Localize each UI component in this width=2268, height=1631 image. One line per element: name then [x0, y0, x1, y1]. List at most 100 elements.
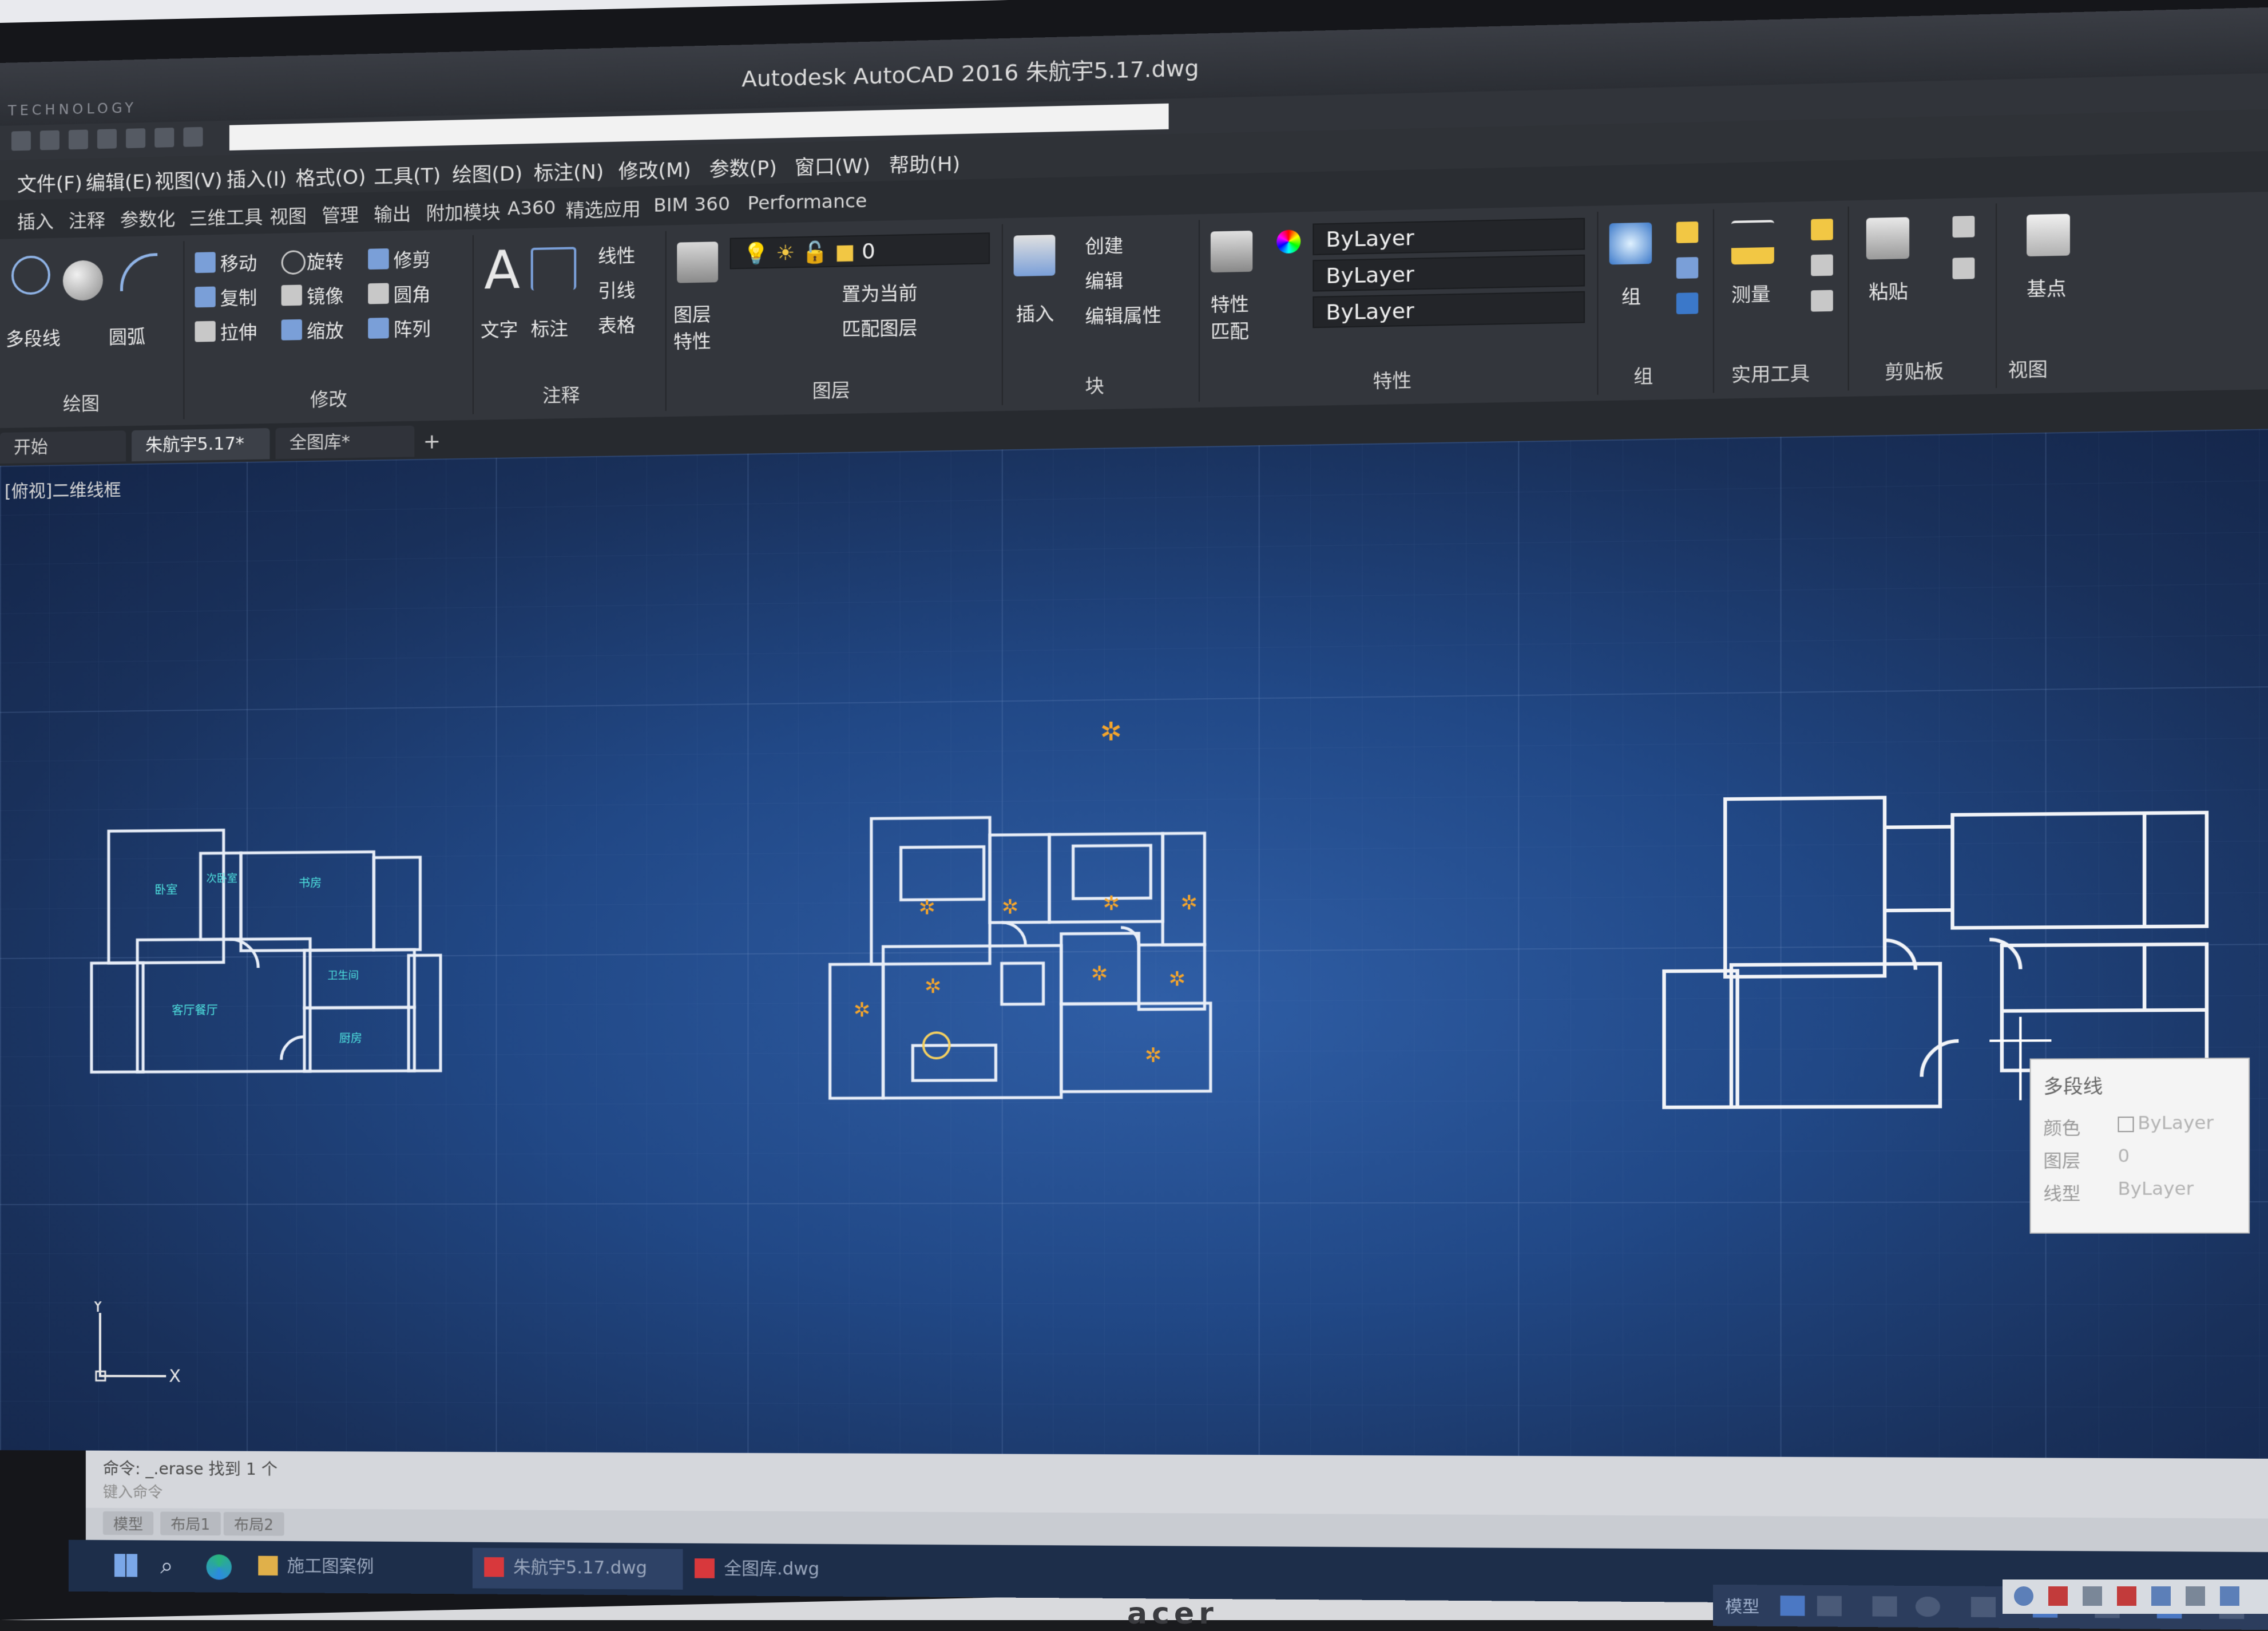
clipboard-panel-label[interactable]: 剪贴板 — [1885, 356, 1944, 385]
tab-bim360[interactable]: BIM 360 — [653, 193, 730, 216]
menu-draw[interactable]: 绘图(D) — [452, 158, 522, 188]
crosshair-icon[interactable] — [1811, 254, 1833, 276]
group-select-icon[interactable] — [1676, 292, 1699, 315]
array-button[interactable]: 阵列 — [394, 315, 431, 342]
model-space-button[interactable]: 模型 — [1725, 1594, 1759, 1618]
base-point-button[interactable]: 基点 — [2027, 274, 2066, 302]
search-icon[interactable]: ⌕ — [160, 1553, 173, 1579]
menu-help[interactable]: 帮助(H) — [889, 148, 960, 179]
snap-toggle-icon[interactable] — [1817, 1596, 1842, 1617]
command-input[interactable]: 键入命令 — [103, 1480, 162, 1502]
tray-icon[interactable] — [2117, 1586, 2136, 1606]
mirror-button[interactable]: 镜像 — [307, 282, 344, 309]
match-layer-button[interactable]: 匹配图层 — [842, 313, 917, 341]
tab-annotate[interactable]: 注释 — [69, 206, 105, 233]
match-properties-button[interactable]: 特性 匹配 — [1211, 290, 1249, 345]
menu-modify[interactable]: 修改(M) — [618, 154, 691, 184]
menu-view[interactable]: 视图(V) — [154, 164, 222, 194]
menu-window[interactable]: 窗口(W) — [795, 150, 870, 180]
layers-panel-label[interactable]: 图层 — [812, 376, 850, 403]
plot-icon[interactable] — [126, 128, 146, 149]
redo-icon[interactable] — [183, 126, 203, 147]
layout-tab-2[interactable]: 布局2 — [223, 1511, 284, 1536]
group-edit-icon[interactable] — [1676, 257, 1699, 279]
open-icon[interactable] — [39, 130, 60, 151]
menu-insert[interactable]: 插入(I) — [227, 163, 287, 193]
menu-parametric[interactable]: 参数(P) — [709, 152, 777, 182]
floor-plan-left[interactable]: 卧室 次卧室 书房 客厅餐厅 卫生间 厨房 — [86, 822, 443, 1078]
rotate-button[interactable]: 旋转 — [307, 247, 344, 275]
lineweight-dropdown[interactable]: ByLayer — [1313, 291, 1585, 328]
insert-button[interactable]: 插入 — [1016, 299, 1054, 326]
light-marker-icon[interactable]: ✲ — [1100, 717, 1122, 747]
doc-tab-library[interactable]: 全图库* — [275, 425, 415, 460]
arc-button[interactable]: 圆弧 — [109, 322, 145, 349]
circle-icon[interactable] — [11, 255, 50, 295]
block-panel-label[interactable]: 块 — [1085, 371, 1104, 399]
layout-tab-1[interactable]: 布局1 — [160, 1511, 221, 1536]
tab-view[interactable]: 视图 — [269, 201, 307, 229]
trim-button[interactable]: 修剪 — [394, 245, 431, 272]
viewport-label[interactable]: [俯视]二维线框 — [5, 476, 121, 502]
color-dropdown[interactable]: ByLayer — [1313, 217, 1585, 256]
floor-plan-center[interactable]: ✲ ✲ ✲ ✲ ✲ ✲ ✲ ✲ ✲ — [824, 809, 1276, 1105]
stretch-button[interactable]: 拉伸 — [220, 318, 257, 345]
table-button[interactable]: 表格 — [598, 311, 635, 338]
grid-toggle-icon[interactable] — [1780, 1596, 1805, 1616]
tab-3d-tools[interactable]: 三维工具 — [189, 203, 263, 231]
windows-start-icon[interactable] — [114, 1554, 138, 1577]
tray-icon[interactable] — [2186, 1586, 2205, 1606]
tray-icon[interactable] — [2014, 1586, 2033, 1606]
paste-button[interactable]: 粘贴 — [1869, 276, 1908, 304]
layout-tab-model[interactable]: 模型 — [102, 1511, 154, 1535]
move-button[interactable]: 移动 — [220, 249, 257, 276]
layer-properties-button[interactable]: 图层 特性 — [673, 300, 711, 354]
layer-dropdown[interactable]: 💡 ☀ 🔓 ■ 0 — [729, 232, 990, 270]
tab-addins[interactable]: 附加模块 — [426, 197, 501, 225]
polyline-button[interactable]: 多段线 — [6, 324, 61, 351]
fillet-button[interactable]: 圆角 — [394, 280, 431, 307]
menu-dimension[interactable]: 标注(N) — [534, 156, 604, 185]
new-tab-icon[interactable]: + — [423, 430, 441, 454]
tray-icon[interactable] — [2151, 1586, 2171, 1606]
tab-featured-apps[interactable]: 精选应用 — [566, 195, 641, 223]
modify-panel-label[interactable]: 修改 — [310, 385, 347, 411]
new-icon[interactable] — [11, 130, 31, 151]
undo-icon[interactable] — [154, 127, 175, 148]
save-as-icon[interactable] — [97, 129, 117, 149]
view-panel-label[interactable]: 视图 — [2008, 354, 2048, 382]
drawing-canvas[interactable]: [俯视]二维线框 卧室 次卧室 书房 客厅餐厅 卫生间 厨房 ✲ ✲ ✲ ✲ ✲… — [0, 427, 2268, 1459]
make-current-button[interactable]: 置为当前 — [842, 278, 917, 306]
menu-edit[interactable]: 编辑(E) — [86, 166, 152, 196]
ortho-toggle-icon[interactable] — [1872, 1596, 1897, 1617]
measure-button[interactable]: 测量 — [1731, 279, 1770, 307]
leader-button[interactable]: 引线 — [598, 276, 635, 303]
command-line[interactable]: 命令: _.erase 找到 1 个 键入命令 — [85, 1450, 2268, 1519]
menu-format[interactable]: 格式(O) — [296, 161, 366, 191]
osnap-toggle-icon[interactable] — [1970, 1597, 1996, 1617]
properties-panel-label[interactable]: 特性 — [1373, 366, 1412, 393]
polar-toggle-icon[interactable] — [1915, 1596, 1940, 1617]
linear-button[interactable]: 线性 — [598, 241, 635, 268]
tab-output[interactable]: 输出 — [374, 200, 411, 227]
taskbar-item-library[interactable]: 全图库.dwg — [724, 1554, 819, 1580]
tab-parametric[interactable]: 参数化 — [120, 204, 175, 232]
sphere-icon[interactable] — [62, 260, 103, 301]
tray-icon[interactable] — [2083, 1586, 2102, 1606]
doc-tab-current[interactable]: 朱航宇5.17* — [132, 427, 270, 462]
tab-performance[interactable]: Performance — [747, 189, 867, 214]
tab-a360[interactable]: A360 — [507, 196, 556, 219]
calculator-icon[interactable] — [1811, 290, 1833, 312]
annotation-panel-label[interactable]: 注释 — [542, 381, 580, 408]
text-button[interactable]: 文字 — [481, 315, 518, 343]
cut-icon[interactable] — [1952, 216, 1975, 238]
doc-tab-start[interactable]: 开始 — [0, 430, 126, 464]
linetype-dropdown[interactable]: ByLayer — [1313, 254, 1585, 292]
create-block-button[interactable]: 创建 — [1085, 231, 1123, 259]
tray-icon[interactable] — [2220, 1586, 2239, 1606]
copy-clip-icon[interactable] — [1952, 257, 1975, 280]
save-icon[interactable] — [68, 129, 88, 150]
edit-attributes-button[interactable]: 编辑属性 — [1085, 300, 1161, 329]
draw-panel-label[interactable]: 绘图 — [63, 389, 100, 416]
edit-block-button[interactable]: 编辑 — [1085, 266, 1123, 294]
